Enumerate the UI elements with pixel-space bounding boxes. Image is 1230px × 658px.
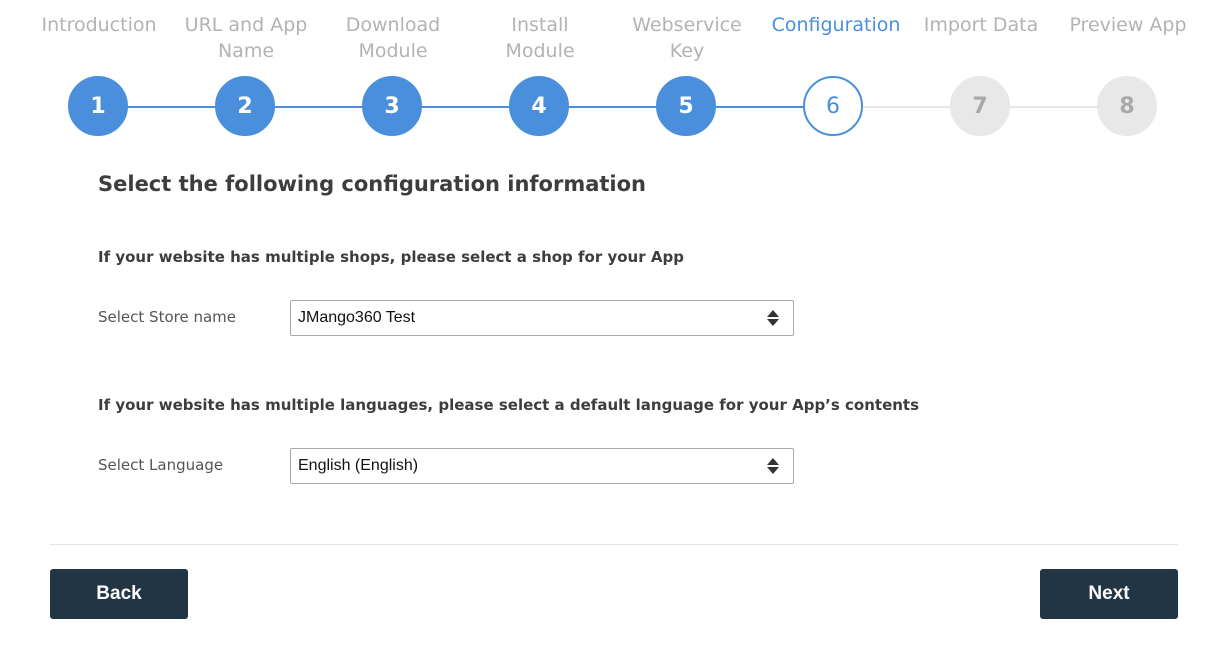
- page-heading: Select the following configuration infor…: [98, 172, 646, 196]
- select-arrows-icon: [767, 310, 779, 328]
- step-circle-2: 2: [215, 76, 275, 136]
- stepper-connector-completed: [99, 106, 834, 108]
- step-circle-6: 6: [803, 76, 863, 136]
- step-circle-8: 8: [1097, 76, 1157, 136]
- language-select[interactable]: English (English): [290, 448, 794, 484]
- language-label: Select Language: [98, 456, 224, 474]
- step-label-configuration: Configuration: [771, 14, 901, 36]
- step-circle-1: 1: [68, 76, 128, 136]
- step-label-preview-app: Preview App: [1069, 14, 1187, 36]
- step-circle-7: 7: [950, 76, 1010, 136]
- step-circle-3: 3: [362, 76, 422, 136]
- next-button[interactable]: Next: [1040, 569, 1178, 619]
- step-label-introduction: Introduction: [41, 14, 157, 36]
- step-label-url-and-app-name: URL and App Name: [184, 14, 308, 62]
- footer-divider: [50, 544, 1178, 545]
- store-prompt: If your website has multiple shops, plea…: [98, 248, 684, 266]
- progress-stepper: Introduction URL and App Name Download M…: [0, 0, 1230, 150]
- step-label-download-module: Download Module: [345, 14, 441, 62]
- language-value: English (English): [298, 457, 419, 474]
- language-prompt: If your website has multiple languages, …: [98, 396, 920, 414]
- step-label-install-module: Install Module: [505, 14, 575, 62]
- back-button[interactable]: Back: [50, 569, 188, 619]
- store-name-select[interactable]: JMango360 Test: [290, 300, 794, 336]
- store-name-value: JMango360 Test: [298, 309, 416, 326]
- store-name-label: Select Store name: [98, 308, 236, 326]
- select-arrows-icon: [767, 458, 779, 476]
- step-circle-5: 5: [656, 76, 716, 136]
- step-circle-4: 4: [509, 76, 569, 136]
- step-label-import-data: Import Data: [923, 14, 1039, 36]
- step-label-webservice-key: Webservice Key: [632, 14, 742, 62]
